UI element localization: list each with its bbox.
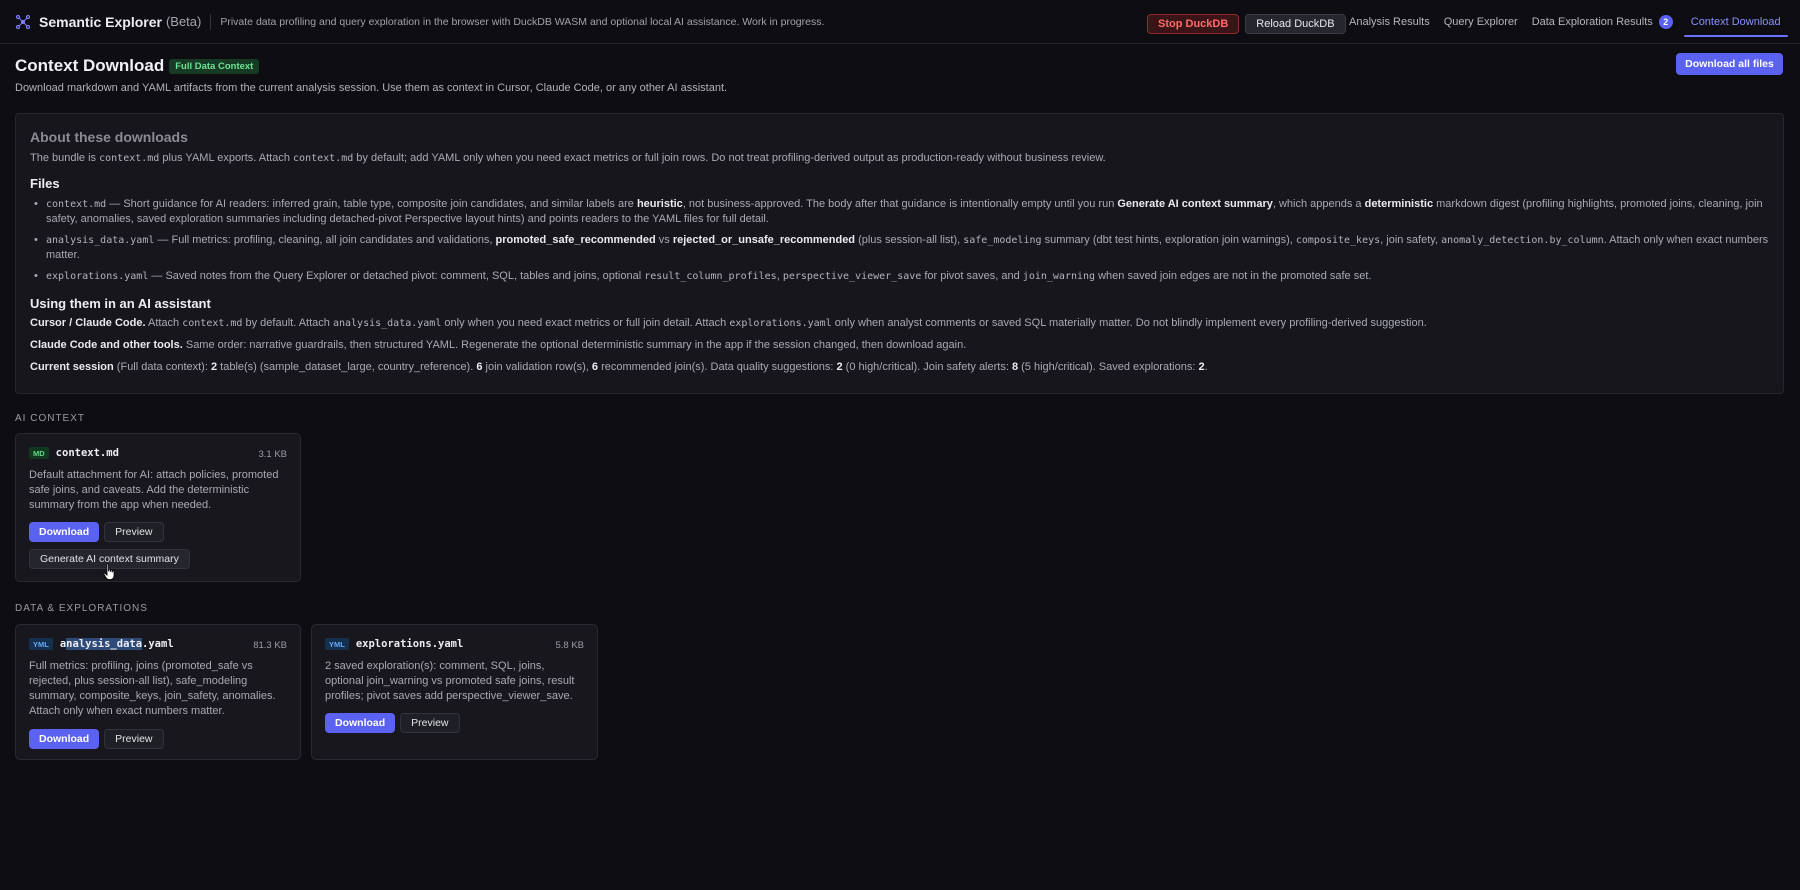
hand-pointer-icon bbox=[103, 563, 115, 580]
tab-data-exploration-results[interactable]: Data Exploration Results 2 bbox=[1525, 11, 1680, 33]
file-size: 81.3 KB bbox=[253, 640, 287, 651]
top-bar: Semantic Explorer (Beta) Private data pr… bbox=[0, 0, 1800, 44]
main-nav: Analysis Results Query Explorer Data Exp… bbox=[1342, 11, 1788, 37]
tab-label: Query Explorer bbox=[1443, 16, 1518, 28]
usage-cursor: Cursor / Claude Code. Attach context.md … bbox=[30, 317, 1427, 329]
file-item-context: context.md — Short guidance for AI reade… bbox=[30, 197, 1769, 227]
yaml-file-tag: YML bbox=[325, 638, 349, 650]
count-badge: 2 bbox=[1658, 15, 1673, 29]
about-title: About these downloads bbox=[30, 129, 188, 145]
file-size: 5.8 KB bbox=[555, 640, 584, 651]
app-logo-icon bbox=[15, 14, 31, 29]
download-button[interactable]: Download bbox=[29, 522, 100, 542]
preview-button[interactable]: Preview bbox=[104, 522, 164, 542]
file-description: Default attachment for AI: attach polici… bbox=[29, 469, 279, 511]
about-intro: The bundle is context.md plus YAML expor… bbox=[30, 152, 1106, 164]
file-item-explorations: explorations.yaml — Saved notes from the… bbox=[30, 269, 1769, 284]
yaml-file-tag: YML bbox=[29, 638, 53, 650]
app-title: Semantic Explorer bbox=[39, 13, 162, 30]
analysis-data-yaml-card: YML analysis_data.yaml 81.3 KB Full metr… bbox=[15, 624, 301, 760]
tab-label: Context Download bbox=[1690, 16, 1781, 28]
context-mode-badge: Full Data Context bbox=[169, 58, 260, 74]
page-title: Context Download bbox=[15, 56, 165, 75]
tab-query-explorer[interactable]: Query Explorer bbox=[1437, 12, 1525, 32]
tab-analysis-results[interactable]: Analysis Results bbox=[1342, 12, 1437, 32]
section-label-ai-context: AI CONTEXT bbox=[15, 413, 86, 424]
usage-heading: Using them in an AI assistant bbox=[30, 296, 211, 311]
file-name: context.md bbox=[55, 447, 119, 459]
download-all-button[interactable]: Download all files bbox=[1676, 53, 1783, 75]
tab-context-download[interactable]: Context Download bbox=[1683, 12, 1788, 37]
explorations-yaml-card: YML explorations.yaml 5.8 KB 2 saved exp… bbox=[311, 624, 598, 760]
file-name: explorations.yaml bbox=[355, 638, 464, 650]
text-selection-highlight: nalysis_data bbox=[66, 638, 143, 650]
file-description: Full metrics: profiling, joins (promoted… bbox=[29, 660, 276, 717]
page-description: Download markdown and YAML artifacts fro… bbox=[15, 82, 728, 94]
about-panel: About these downloads The bundle is cont… bbox=[15, 113, 1784, 394]
usage-claude: Claude Code and other tools. Same order:… bbox=[30, 339, 967, 351]
files-heading: Files bbox=[30, 176, 60, 191]
section-label-data-explorations: DATA & EXPLORATIONS bbox=[15, 603, 148, 614]
preview-button[interactable]: Preview bbox=[104, 729, 164, 749]
app-tagline: Private data profiling and query explora… bbox=[220, 15, 825, 28]
download-button[interactable]: Download bbox=[29, 729, 100, 749]
header-divider bbox=[210, 13, 212, 30]
stop-duckdb-button[interactable]: Stop DuckDB bbox=[1147, 14, 1240, 34]
file-item-analysis: analysis_data.yaml — Full metrics: profi… bbox=[30, 233, 1769, 263]
reload-duckdb-button[interactable]: Reload DuckDB bbox=[1245, 14, 1346, 34]
context-md-card: MD context.md 3.1 KB Default attachment … bbox=[15, 433, 301, 582]
file-size: 3.1 KB bbox=[258, 449, 287, 460]
tab-label: Analysis Results bbox=[1349, 16, 1430, 28]
markdown-file-tag: MD bbox=[29, 447, 49, 459]
app-beta-label: (Beta) bbox=[165, 14, 202, 29]
current-session: Current session (Full data context): 2 t… bbox=[30, 361, 1208, 373]
file-name: analysis_data.yaml bbox=[59, 638, 174, 650]
files-list: context.md — Short guidance for AI reade… bbox=[30, 197, 1769, 284]
file-description: 2 saved exploration(s): comment, SQL, jo… bbox=[325, 660, 575, 702]
preview-button[interactable]: Preview bbox=[400, 713, 460, 733]
tab-label: Data Exploration Results bbox=[1531, 16, 1653, 28]
download-button[interactable]: Download bbox=[325, 713, 396, 733]
